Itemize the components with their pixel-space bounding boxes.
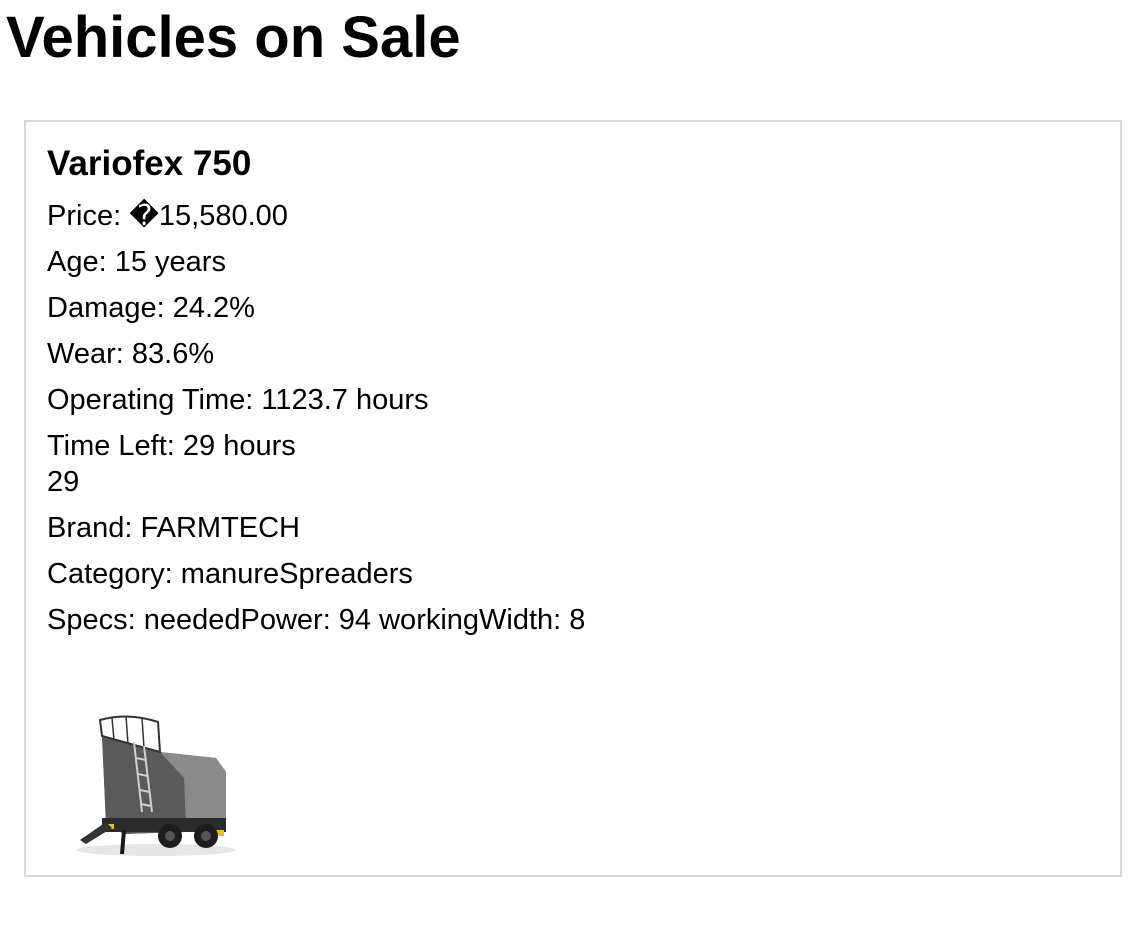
price-row: Price: �15,580.00 [47, 198, 585, 234]
vehicle-details: Price: �15,580.00 Age: 15 years Damage: … [47, 198, 585, 648]
age-label: Age: [47, 246, 115, 278]
wear-row: Wear: 83.6% [47, 336, 585, 372]
operating-time-label: Operating Time: [47, 384, 262, 416]
brand-label: Brand: [47, 512, 141, 544]
brand-row: Brand: FARMTECH [47, 510, 585, 546]
category-label: Category: [47, 558, 181, 590]
manure-spreader-image [76, 715, 236, 856]
time-left-count: 29 [47, 466, 80, 498]
specs-label: Specs: [47, 604, 144, 636]
age-value: 15 years [114, 246, 226, 278]
specs-row: Specs: neededPower: 94 workingWidth: 8 [47, 602, 585, 638]
price-label: Price: [47, 200, 130, 232]
page-title: Vehicles on Sale [6, 5, 461, 70]
time-left-value: 29 hours [182, 430, 296, 462]
category-value: manureSpreaders [180, 558, 413, 590]
specs-value: neededPower: 94 workingWidth: 8 [143, 604, 586, 636]
damage-value: 24.2% [172, 292, 255, 324]
damage-label: Damage: [47, 292, 173, 324]
operating-time-value: 1123.7 hours [261, 384, 429, 416]
wear-label: Wear: [47, 338, 132, 370]
damage-row: Damage: 24.2% [47, 290, 585, 326]
age-row: Age: 15 years [47, 244, 585, 280]
category-row: Category: manureSpreaders [47, 556, 585, 592]
price-value: �15,580.00 [129, 200, 288, 232]
operating-time-row: Operating Time: 1123.7 hours [47, 382, 585, 418]
brand-value: FARMTECH [140, 512, 301, 544]
time-left-row: Time Left: 29 hours 29 [47, 428, 585, 500]
wear-value: 83.6% [131, 338, 215, 370]
vehicle-card: Variofex 750 Price: �15,580.00 Age: 15 y… [24, 120, 1122, 877]
time-left-label: Time Left: [47, 430, 183, 462]
vehicle-name: Variofex 750 [47, 144, 252, 183]
